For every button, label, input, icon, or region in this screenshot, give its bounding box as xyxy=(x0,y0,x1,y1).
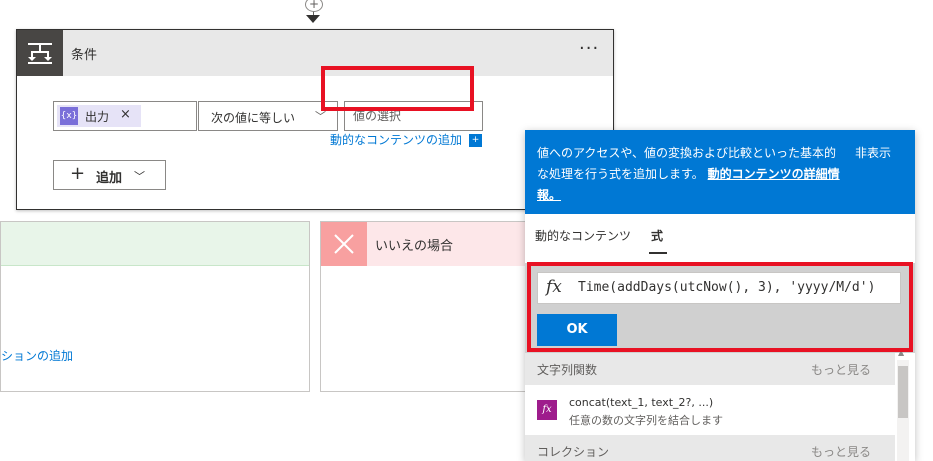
flow-arrow-icon xyxy=(306,15,320,23)
scrollbar-thumb[interactable] xyxy=(898,366,908,418)
panel-info-banner: 値へのアクセスや、値の変換および比較といった基本的な処理を行う式を追加します。 … xyxy=(525,130,915,214)
add-action-link[interactable]: ションの追加 xyxy=(1,347,73,364)
add-button[interactable]: + 追加 ﹀ xyxy=(53,160,166,190)
yes-branch-card: ションの追加 xyxy=(0,221,310,392)
condition-icon xyxy=(17,30,63,76)
no-branch-header[interactable]: いいえの場合 xyxy=(321,222,529,266)
panel-description: 値へのアクセスや、値の変換および比較といった基本的な処理を行う式を追加します。 … xyxy=(537,143,845,206)
add-dynamic-content-link[interactable]: 動的なコンテンツの追加 xyxy=(330,131,490,148)
highlight-box xyxy=(321,66,474,111)
yes-branch-header[interactable] xyxy=(1,222,309,266)
tab-selected-indicator xyxy=(649,252,667,254)
see-more-link[interactable]: もっと見る xyxy=(811,361,871,378)
insert-step-plus-icon[interactable]: + xyxy=(305,0,323,12)
see-more-link[interactable]: もっと見る xyxy=(811,443,871,460)
section-title: コレクション xyxy=(537,445,610,459)
tab-dynamic-content[interactable]: 動的なコンテンツ xyxy=(535,227,631,244)
function-item-concat[interactable]: fx concat(text_1, text_2?, ...) 任意の数の文字列… xyxy=(525,391,895,433)
function-description: 任意の数の文字列を結合します xyxy=(569,414,723,427)
chevron-down-icon: ﹀ xyxy=(134,170,145,183)
token-label: 出力 xyxy=(85,110,110,124)
operator-value: 次の値に等しい xyxy=(211,111,296,125)
hide-button[interactable]: 非表示 xyxy=(855,144,891,161)
section-title: 文字列関数 xyxy=(537,363,598,377)
more-options-icon[interactable]: ··· xyxy=(579,38,599,59)
left-operand-field[interactable]: {x} 出力 × xyxy=(53,101,197,131)
section-header-string-functions: 文字列関数 もっと見る xyxy=(525,353,895,385)
variable-icon: {x} xyxy=(60,107,78,125)
no-branch-title: いいえの場合 xyxy=(375,239,454,254)
no-branch-card: いいえの場合 xyxy=(320,221,530,392)
tab-expression[interactable]: 式 xyxy=(651,227,663,244)
remove-token-icon[interactable]: × xyxy=(120,107,131,122)
condition-title: 条件 xyxy=(71,48,98,63)
scrollbar[interactable] xyxy=(897,360,909,461)
section-header-collection: コレクション もっと見る xyxy=(525,435,895,461)
fx-icon: fx xyxy=(537,400,557,420)
close-icon xyxy=(321,222,367,266)
plus-icon: + xyxy=(70,163,86,184)
panel-caret xyxy=(513,138,525,158)
output-token[interactable]: {x} 出力 × xyxy=(57,105,141,127)
add-button-label: 追加 xyxy=(96,171,123,186)
condition-header[interactable]: 条件 ··· xyxy=(17,30,613,76)
operator-select[interactable]: 次の値に等しい ﹀ xyxy=(198,101,338,131)
function-name: concat(text_1, text_2?, ...) xyxy=(569,396,714,409)
highlight-box xyxy=(527,262,913,352)
add-dynamic-content-icon[interactable]: + xyxy=(469,134,482,147)
